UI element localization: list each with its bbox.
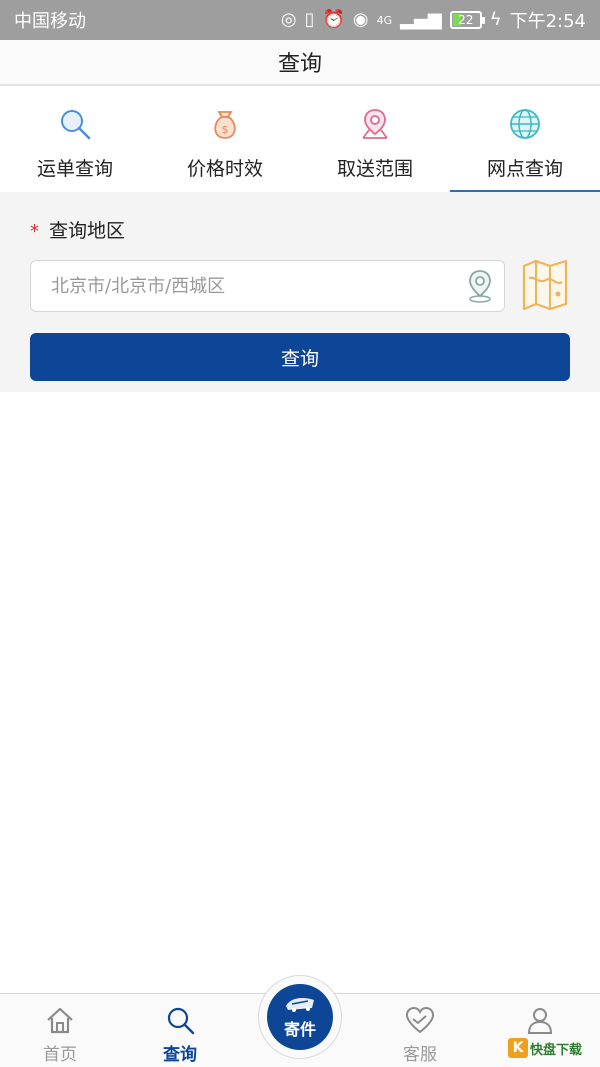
query-button[interactable]: 查询 [30,333,570,381]
charging-icon: ϟ [489,9,502,30]
tab-label: 取送范围 [336,158,413,180]
bottom-nav-home[interactable]: 首页 [0,994,120,1067]
tab-label: 网点查询 [486,158,563,180]
map-icon[interactable] [520,258,570,312]
eye-icon: ◉ [352,9,369,30]
status-icons: ◎ ▯ ⏰ ◉ 4G ▂▄▆ 22 ϟ 下午2:54 [281,7,586,33]
send-package-inner: 寄件 [267,984,333,1050]
carrier-name: 中国移动 [14,11,86,32]
tab-price-time[interactable]: $ 价格时效 [150,88,300,192]
bottom-nav-query[interactable]: 查询 [120,994,240,1067]
send-package-label: 寄件 [283,1020,316,1039]
alarm-icon: ⏰ [322,9,345,30]
bottom-nav-label: 客服 [403,1045,437,1065]
region-label: * 查询地区 [30,216,125,243]
bottom-nav-label: 首页 [43,1045,77,1065]
page-title: 查询 [277,52,322,77]
user-icon [527,1008,553,1034]
battery-icon: 22 [449,11,485,29]
battery-level: 22 [458,13,474,27]
signal-icon: ▂▄▆ [400,9,442,30]
heart-handshake-icon [405,1006,435,1034]
home-icon [47,1007,73,1034]
tab-outlet-query[interactable]: 网点查询 [450,88,600,192]
money-bag-icon: $ [214,111,236,139]
tab-delivery-range[interactable]: 取送范围 [300,88,450,192]
tab-label: 运单查询 [36,158,113,180]
watermark-logo: K 快盘下载 [508,1036,582,1060]
tab-waybill-query[interactable]: 运单查询 [0,88,150,192]
delivery-truck-icon [286,998,314,1012]
svg-text:$: $ [222,123,229,136]
vibrate-icon: ▯ [304,9,315,30]
nav-bar: 查询 [0,40,600,86]
status-time: 下午2:54 [509,11,586,32]
watermark-text: 快盘下载 [530,1042,583,1058]
region-label-text: 查询地区 [49,220,126,242]
location-pin-icon [362,109,388,139]
hotspot-icon: ◎ [280,9,297,30]
bottom-nav-service[interactable]: 客服 [360,994,480,1067]
search-icon [61,110,91,140]
query-tabs: 运单查询 $ 价格时效 取送范围 网点查询 [0,88,600,192]
search-icon [167,1007,195,1035]
status-bar: 中国移动 ◎ ▯ ⏰ ◉ 4G ▂▄▆ 22 ϟ 下午2:54 [0,0,600,40]
watermark-mark: K [508,1038,528,1058]
bottom-nav-label: 查询 [163,1045,197,1065]
outlet-query-form: * 查询地区 查询 [0,192,600,392]
region-input-wrapper [30,260,505,312]
region-input[interactable] [31,261,460,311]
required-mark: * [30,221,39,242]
send-package-button[interactable]: 寄件 [258,975,342,1059]
network-type: 4G [376,13,393,27]
globe-icon [510,109,540,139]
locate-pin-icon[interactable] [460,266,500,306]
tab-label: 价格时效 [186,158,263,180]
